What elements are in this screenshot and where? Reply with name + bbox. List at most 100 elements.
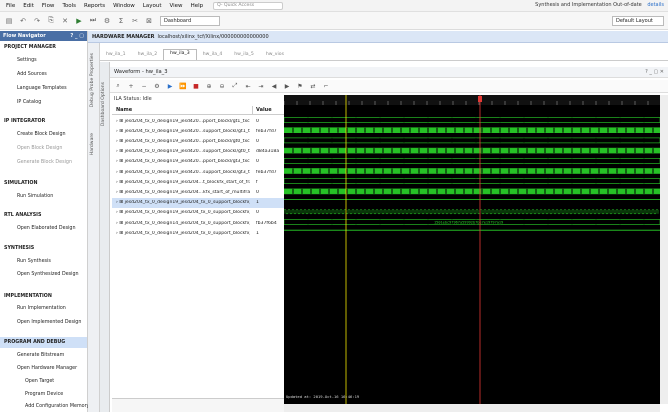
- zoom-fit-icon[interactable]: ⤢: [230, 81, 240, 91]
- settings-icon[interactable]: ⚙: [102, 16, 112, 26]
- nav-open-target[interactable]: Open Target: [25, 379, 54, 384]
- settings-icon[interactable]: ⚙: [152, 81, 162, 91]
- nav-open-synthesized-design[interactable]: Open Synthesized Design: [17, 272, 79, 277]
- tab-hw-ila-2[interactable]: hw_ila_2: [132, 51, 164, 60]
- menu-flow[interactable]: Flow: [42, 3, 55, 9]
- menu-window[interactable]: Window: [113, 3, 135, 9]
- signal-row[interactable]: › ⊞ jesd204_tx_0_design19_jesd204...kfx_…: [112, 187, 284, 197]
- tab-dashboard-options[interactable]: Dashboard Options: [101, 82, 106, 126]
- nav-ip-catalog[interactable]: IP Catalog: [17, 100, 41, 105]
- nav-run-implementation[interactable]: Run Implementation: [17, 306, 66, 311]
- signal-row[interactable]: › ⊞ jesd204_tx_0_design19_jesd420...ppor…: [112, 136, 284, 146]
- signal-value: d84a318a: [256, 149, 280, 155]
- play-icon[interactable]: ▶: [165, 81, 175, 91]
- step-icon[interactable]: ⏭: [88, 16, 98, 26]
- menu-edit[interactable]: Edit: [23, 3, 34, 9]
- sum-icon[interactable]: Σ: [116, 16, 126, 26]
- delete-icon[interactable]: ✕: [60, 16, 70, 26]
- section-rtl-analysis[interactable]: RTL ANALYSIS: [4, 213, 41, 218]
- section-simulation[interactable]: SIMULATION: [4, 181, 37, 186]
- signal-row[interactable]: › ⊞ jesd204_tx_0_design19_jesd204...t_bl…: [112, 177, 284, 187]
- waveform-svg: 1501ebc97967a59992b7be7e19797a19 Updated …: [283, 95, 661, 404]
- nav-add-sources[interactable]: Add Sources: [17, 72, 47, 77]
- bracket-icon[interactable]: ⌐: [321, 81, 331, 91]
- run-trigger-icon[interactable]: ⏩: [178, 81, 188, 91]
- nav-open-implemented-design[interactable]: Open Implemented Design: [17, 320, 81, 325]
- waveform-vertical-scrollbar[interactable]: [660, 95, 668, 404]
- nav-open-elaborated-design[interactable]: Open Elaborated Design: [17, 226, 76, 231]
- nav-program-device[interactable]: Program Device: [25, 392, 63, 397]
- redo-icon[interactable]: ↷: [32, 16, 42, 26]
- prev-edge-icon[interactable]: ◀: [269, 81, 279, 91]
- nav-open-hardware-manager[interactable]: Open Hardware Manager: [17, 366, 77, 371]
- nav-generate-block-design[interactable]: Generate Block Design: [17, 160, 72, 165]
- search-icon[interactable]: ⌕: [113, 81, 123, 91]
- section-synthesis[interactable]: SYNTHESIS: [4, 246, 34, 251]
- run-icon[interactable]: ▶: [74, 16, 84, 26]
- nav-run-simulation[interactable]: Run Simulation: [17, 194, 53, 199]
- section-program-and-debug[interactable]: PROGRAM AND DEBUG: [4, 340, 65, 345]
- waveform-canvas[interactable]: 1501ebc97967a59992b7be7e19797a19 Updated …: [283, 95, 661, 404]
- nav-run-synthesis[interactable]: Run Synthesis: [17, 259, 51, 264]
- section-implementation[interactable]: IMPLEMENTATION: [4, 294, 52, 299]
- next-edge-icon[interactable]: ▶: [282, 81, 292, 91]
- signal-row[interactable]: › ⊞ jesd204_tx_0_design19_jesd204_tx_0_s…: [112, 228, 284, 238]
- waveform-horizontal-scrollbar[interactable]: [284, 404, 660, 412]
- nav-create-block-design[interactable]: Create Block Design: [17, 132, 66, 137]
- minus-icon[interactable]: −: [139, 81, 149, 91]
- nav-settings[interactable]: Settings: [17, 58, 37, 63]
- undo-icon[interactable]: ↶: [18, 16, 28, 26]
- dashboard-select[interactable]: Dashboard: [160, 15, 220, 26]
- menu-view[interactable]: View: [170, 3, 183, 9]
- nav-generate-bitstream[interactable]: Generate Bitstream: [17, 353, 64, 358]
- signal-row[interactable]: › ⊞ jesd204_tx_0_design19_jesd420...ppor…: [112, 157, 284, 167]
- signal-row[interactable]: › ⊞ jesd204_tx_0_design19_jesd204_tx_0_s…: [112, 197, 284, 208]
- section-project-manager[interactable]: PROJECT MANAGER: [4, 45, 56, 50]
- panel-controls-icon[interactable]: ? _ ▢: [70, 33, 84, 39]
- copy-icon[interactable]: ⎘: [46, 16, 56, 26]
- tab-debug-probe-properties[interactable]: Debug Probe Properties: [90, 53, 95, 107]
- menu-help[interactable]: Help: [191, 3, 204, 9]
- nav-language-templates[interactable]: Language Templates: [17, 86, 67, 91]
- quick-access-input[interactable]: Q- Quick Access: [213, 1, 284, 10]
- signal-name: › ⊞ jesd204_tx_0_design19_jesd204_tx_0_s…: [116, 230, 250, 236]
- signal-row[interactable]: › ⊞ jesd204_tx_0_design19_jesd204_tx_0_s…: [112, 208, 284, 218]
- column-divider[interactable]: [252, 106, 253, 115]
- menu-reports[interactable]: Reports: [84, 3, 105, 9]
- section-ip-integrator[interactable]: IP INTEGRATOR: [4, 119, 45, 124]
- signal-row[interactable]: › ⊞ jesd204_tx_0_design19_jesd420...supp…: [112, 147, 284, 157]
- tab-hw-vios[interactable]: hw_vios: [260, 51, 290, 60]
- bus-wave: [283, 168, 661, 174]
- go-end-icon[interactable]: ⇥: [256, 81, 266, 91]
- nav-open-block-design[interactable]: Open Block Design: [17, 146, 62, 151]
- signal-row[interactable]: › ⊞ jesd204_tx_0_design19_jesd420...supp…: [112, 167, 284, 177]
- tab-hardware[interactable]: Hardware: [90, 133, 95, 155]
- menu-file[interactable]: File: [6, 3, 15, 9]
- signal-row[interactable]: › ⊞ jesd204_tx_0_design14_jesd204_tx_0_s…: [112, 218, 284, 228]
- tab-hw-ila-1[interactable]: hw_ila_1: [100, 51, 132, 60]
- add-icon[interactable]: +: [126, 81, 136, 91]
- tab-hw-ila-5[interactable]: hw_ila_5: [228, 51, 260, 60]
- open-icon[interactable]: ▤: [4, 16, 14, 26]
- tab-hw-ila-3[interactable]: hw_ila_3: [163, 49, 197, 60]
- menu-tools[interactable]: Tools: [62, 3, 76, 9]
- go-start-icon[interactable]: ⇤: [243, 81, 253, 91]
- layout-select[interactable]: Default Layout: [612, 16, 664, 26]
- cut-icon[interactable]: ✂: [130, 16, 140, 26]
- close-icon[interactable]: ⊠: [144, 16, 154, 26]
- signal-row[interactable]: › ⊞ jesd204_tx_0_design19_jesd420...ppor…: [112, 116, 284, 126]
- swap-icon[interactable]: ⇄: [308, 81, 318, 91]
- signal-name: › ⊞ jesd204_tx_0_design19_jesd204...kfx_…: [116, 189, 250, 195]
- status-text: Synthesis and Implementation Out-of-date: [535, 2, 642, 8]
- bus-wave: [283, 178, 661, 184]
- tab-hw-ila-4[interactable]: hw_ila_4: [197, 51, 229, 60]
- marker-icon[interactable]: ⚑: [295, 81, 305, 91]
- zoom-in-icon[interactable]: ⊕: [204, 81, 214, 91]
- waveform-panel-controls-icon[interactable]: ? _ ▢ ✕: [645, 69, 664, 75]
- zoom-out-icon[interactable]: ⊖: [217, 81, 227, 91]
- status-details-link[interactable]: details: [647, 2, 664, 8]
- signal-row[interactable]: › ⊞ jesd204_tx_0_design19_jesd420...supp…: [112, 126, 284, 136]
- stop-icon[interactable]: ■: [191, 81, 201, 91]
- menu-layout[interactable]: Layout: [143, 3, 162, 9]
- bus-wave: [283, 137, 661, 144]
